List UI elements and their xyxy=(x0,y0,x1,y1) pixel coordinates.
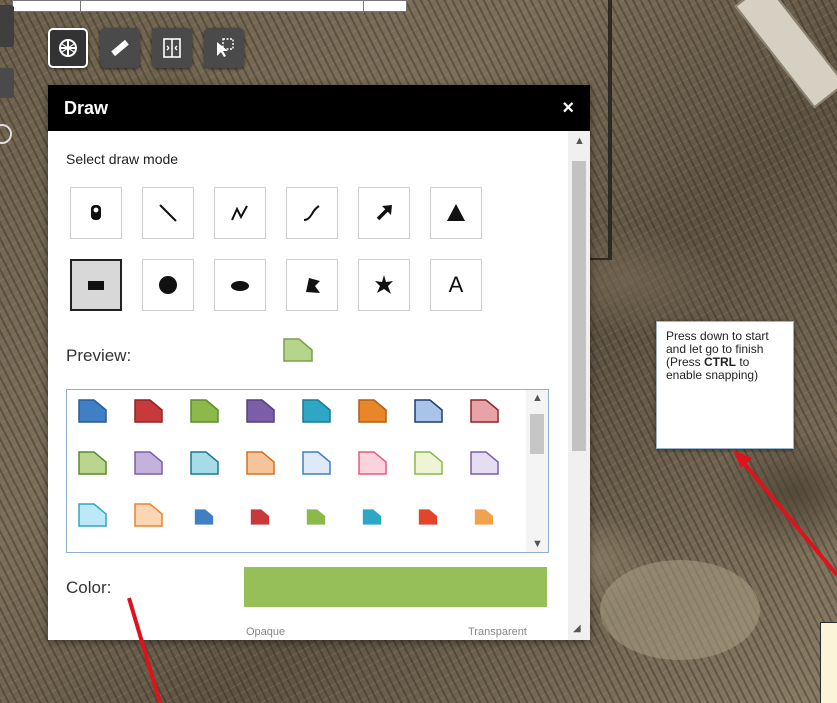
transparent-label: Transparent xyxy=(468,626,527,638)
map-info-box xyxy=(820,622,837,703)
mode-ellipse-button[interactable] xyxy=(214,259,266,311)
palette-scroll-thumb[interactable] xyxy=(530,414,544,454)
palette-symbol[interactable] xyxy=(306,508,326,526)
palette-symbol[interactable] xyxy=(245,398,276,424)
palette-symbol[interactable] xyxy=(250,508,270,526)
resize-grip-icon[interactable]: ◢ xyxy=(573,623,581,634)
draw-mode-label: Select draw mode xyxy=(66,151,179,167)
palette-symbol[interactable] xyxy=(245,450,276,476)
select-button[interactable] xyxy=(204,28,244,68)
draw-panel: Draw × Select draw mode A Preview: ▲ ▼ C… xyxy=(48,85,590,640)
tooltip-line1: Press down to start and let go to finish xyxy=(666,329,769,356)
palette-symbol[interactable] xyxy=(77,450,108,476)
palette-symbol[interactable] xyxy=(418,508,438,526)
polyline-icon xyxy=(231,205,248,221)
map-fence-line xyxy=(610,0,612,260)
mode-rectangle-button[interactable] xyxy=(70,259,122,311)
palette-symbol[interactable] xyxy=(469,398,500,424)
palette-symbol[interactable] xyxy=(413,450,444,476)
symbol-grid xyxy=(77,398,500,528)
mode-freehand-polygon-button[interactable] xyxy=(358,259,410,311)
triangle-icon xyxy=(447,204,465,221)
symbol-palette: ▲ ▼ xyxy=(66,389,549,553)
close-button[interactable]: × xyxy=(562,98,574,118)
swipe-button[interactable] xyxy=(152,28,192,68)
palette-symbol[interactable] xyxy=(413,398,444,424)
locate-button[interactable] xyxy=(0,120,14,150)
layers-icon xyxy=(59,39,77,57)
color-label: Color: xyxy=(66,578,112,597)
map-toolbar xyxy=(48,28,244,68)
search-bar-edge[interactable] xyxy=(12,0,407,13)
palette-symbol[interactable] xyxy=(133,502,164,528)
select-pointer-icon xyxy=(217,38,234,57)
zoom-control[interactable] xyxy=(0,5,14,47)
opaque-label: Opaque xyxy=(246,626,286,638)
measure-button[interactable] xyxy=(100,28,140,68)
mode-triangle-button[interactable] xyxy=(430,187,482,239)
panel-scroll-up-icon[interactable]: ▲ xyxy=(574,135,585,147)
panel-header: Draw × xyxy=(48,85,590,131)
palette-scrollbar[interactable]: ▲ ▼ xyxy=(526,390,548,552)
arrow-icon xyxy=(376,205,392,221)
mode-line-button[interactable] xyxy=(142,187,194,239)
palette-symbol[interactable] xyxy=(133,450,164,476)
mode-freehand-line-button[interactable] xyxy=(286,187,338,239)
tooltip-paren-open: (Press xyxy=(666,355,705,369)
color-picker[interactable] xyxy=(244,567,547,607)
circle-icon xyxy=(159,276,177,294)
freehand-line-icon xyxy=(303,205,320,221)
map-road xyxy=(734,0,837,109)
mode-polyline-button[interactable] xyxy=(214,187,266,239)
freehand-polygon-icon xyxy=(375,275,393,294)
palette-symbol[interactable] xyxy=(133,398,164,424)
preview-label: Preview: xyxy=(66,346,132,365)
text-icon: A xyxy=(448,272,464,297)
panel-title: Draw xyxy=(64,97,109,118)
locate-icon xyxy=(0,124,12,144)
palette-symbol[interactable] xyxy=(189,398,220,424)
panel-scrollbar[interactable]: ▲ ◢ xyxy=(568,131,590,640)
mode-text-button[interactable]: A xyxy=(430,259,482,311)
mode-circle-button[interactable] xyxy=(142,259,194,311)
palette-symbol[interactable] xyxy=(77,398,108,424)
panel-body: Select draw mode A Preview: ▲ ▼ Color: O… xyxy=(48,131,568,640)
palette-symbol[interactable] xyxy=(357,450,388,476)
palette-symbol[interactable] xyxy=(357,398,388,424)
palette-symbol[interactable] xyxy=(301,450,332,476)
scroll-up-icon[interactable]: ▲ xyxy=(532,392,543,404)
palette-symbol[interactable] xyxy=(189,450,220,476)
mode-polygon-button[interactable] xyxy=(286,259,338,311)
mode-point-button[interactable] xyxy=(70,187,122,239)
rectangle-icon xyxy=(88,281,104,290)
palette-symbol[interactable] xyxy=(469,450,500,476)
measure-ruler-icon xyxy=(111,39,129,57)
mode-arrow-button[interactable] xyxy=(358,187,410,239)
point-marker-icon xyxy=(91,205,101,220)
palette-symbol[interactable] xyxy=(474,508,494,526)
line-icon xyxy=(159,204,177,222)
ellipse-icon xyxy=(231,281,249,291)
draw-mode-grid: A xyxy=(70,187,482,311)
palette-symbol[interactable] xyxy=(362,508,382,526)
swipe-compare-icon xyxy=(163,38,181,58)
home-button[interactable] xyxy=(0,68,14,98)
layers-button[interactable] xyxy=(48,28,88,68)
palette-symbol[interactable] xyxy=(194,508,214,526)
draw-tooltip: Press down to start and let go to finish… xyxy=(656,321,794,449)
polygon-icon xyxy=(306,278,320,293)
map-clearing xyxy=(600,560,760,660)
panel-scroll-thumb[interactable] xyxy=(572,161,586,451)
preview-symbol xyxy=(283,338,313,362)
tooltip-key: CTRL xyxy=(704,355,737,369)
scroll-down-icon[interactable]: ▼ xyxy=(532,538,543,550)
palette-symbol[interactable] xyxy=(77,502,108,528)
palette-symbol[interactable] xyxy=(301,398,332,424)
